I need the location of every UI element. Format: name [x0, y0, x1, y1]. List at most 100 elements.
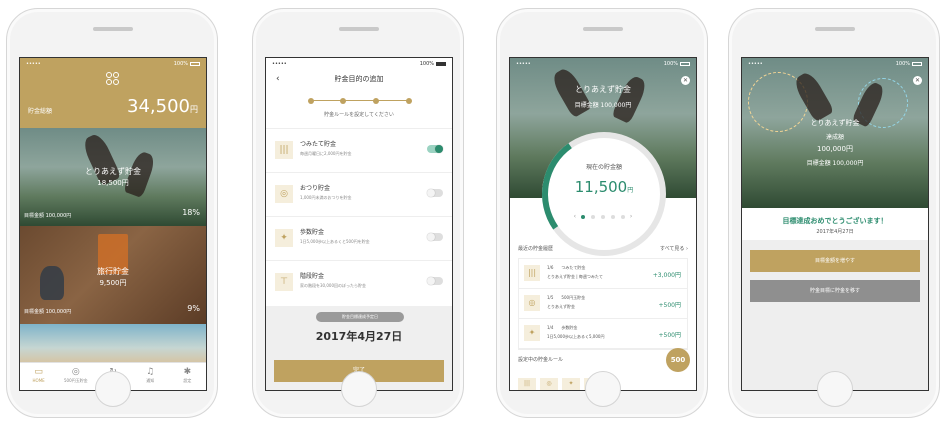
battery-icon	[680, 61, 690, 66]
phone-frame-detail: ••••• 100% ✕ とりあえず貯金 目標金額 100,000円 現在の貯金…	[496, 8, 708, 418]
battery-text: 100%	[419, 61, 434, 67]
step-dot	[373, 98, 379, 104]
increase-goal-button[interactable]: 目標金額を増やす	[750, 250, 920, 272]
walk-icon[interactable]: ✦	[562, 378, 580, 390]
photo-figure	[611, 73, 649, 125]
pager-dot[interactable]	[601, 214, 605, 219]
rule-list: ||| つみたて貯金 毎週月曜日に2,000円を貯金 ◎ おつり貯金 1,000…	[266, 128, 452, 304]
card-goal: 目標金額 100,000円	[24, 309, 72, 315]
bell-icon: ♫	[146, 367, 155, 377]
app-logo-icon	[106, 72, 120, 86]
pager-next[interactable]: ›	[630, 213, 632, 220]
history-amount: +500円	[658, 332, 681, 339]
coin-500-button[interactable]: 500	[666, 348, 690, 372]
status-signal: •••••	[26, 61, 41, 67]
phone-frame-home: ••••• 100% 貯金総額 34,500円 とりあえず貯金 18,500円 …	[6, 8, 218, 418]
rule-toggle[interactable]	[427, 233, 443, 241]
tab-notification[interactable]: ♫ 通知	[132, 363, 169, 390]
tab-settings[interactable]: ✱ 設定	[169, 363, 206, 390]
tab-label: 通知	[146, 378, 155, 383]
rule-toggle[interactable]	[427, 145, 443, 153]
speaker	[339, 27, 379, 31]
history-row[interactable]: ||| 1/6 つみたて貯金 とりあえず貯金 | 毎週つみたて +3,000円	[519, 259, 687, 289]
goal-card-toriaezu[interactable]: とりあえず貯金 18,500円 目標金額 100,000円 18%	[20, 128, 206, 226]
goal-card-partial[interactable]	[20, 324, 206, 364]
page-title: 貯金目的の追加	[334, 75, 384, 83]
back-icon[interactable]: ‹	[276, 70, 280, 88]
history-row[interactable]: ✦ 1/4 歩数貯金 1日5,000歩以上あるく5,000円 +500円	[519, 319, 687, 349]
status-bar: ••••• 100%	[20, 58, 206, 70]
card-amount: 18,500円	[97, 179, 129, 187]
total-header: ••••• 100% 貯金総額 34,500円	[20, 58, 206, 128]
pager-dot[interactable]	[581, 214, 585, 219]
rule-desc: 毎週月曜日に2,000円を貯金	[300, 151, 352, 156]
add-goal-screen: ••••• 100% ‹ 貯金目的の追加 貯金ルールを設定してください ||| …	[265, 57, 453, 391]
step-dot	[406, 98, 412, 104]
pager-dot[interactable]	[591, 214, 595, 219]
tab-home[interactable]: ▭ HOME	[20, 363, 57, 390]
status-bar: ••••• 100%	[266, 58, 452, 70]
tab-label: HOME	[32, 378, 45, 383]
pager-dot[interactable]	[611, 214, 615, 219]
status-signal: •••••	[748, 61, 763, 67]
card-percent: 18%	[182, 208, 200, 217]
bars-icon: |||	[275, 141, 293, 159]
rule-toggle[interactable]	[427, 277, 443, 285]
gear-icon: ✱	[183, 367, 192, 377]
rule-toggle[interactable]	[427, 189, 443, 197]
goal-card-travel[interactable]: 旅行貯金 9,500円 目標金額 100,000円 9%	[20, 226, 206, 324]
total-unit: 円	[190, 105, 198, 114]
card-amount: 9,500円	[99, 279, 127, 287]
pager: ‹ ›	[510, 213, 696, 220]
pager-prev[interactable]: ‹	[574, 213, 576, 220]
history-amount: +3,000円	[652, 272, 681, 279]
pager-dot[interactable]	[621, 214, 625, 219]
home-icon: ▭	[34, 367, 43, 377]
total-amount: 34,500	[127, 96, 190, 117]
rules-header: 設定中の貯金ルール	[518, 356, 688, 363]
bars-icon[interactable]: |||	[518, 378, 536, 390]
rule-item: ⊤ 階段貯金 家の階段を30,000回のぼったら貯金	[266, 260, 452, 304]
coin-icon: ◎	[71, 367, 80, 377]
total-label: 貯金総額	[28, 108, 53, 115]
status-bar: ••••• 100%	[510, 58, 696, 70]
tab-coin[interactable]: ◎ 500円玉貯金	[57, 363, 94, 390]
goal-title: とりあえず貯金	[575, 85, 631, 94]
speaker	[815, 27, 855, 31]
card-name: 旅行貯金	[97, 267, 129, 276]
rule-desc: 家の階段を30,000回のぼったら貯金	[300, 283, 366, 288]
speaker	[583, 27, 623, 31]
home-button	[341, 371, 377, 407]
battery-text: 100%	[173, 61, 188, 67]
walk-icon: ✦	[275, 229, 293, 247]
achieved-date: 2017年4月27日	[816, 229, 854, 235]
phone-frame-achieved: ••••• 100% とりあえず貯金 達成額 100,000円 目標金額 100…	[728, 8, 940, 418]
speaker	[93, 27, 133, 31]
rule-title: 階段貯金	[300, 273, 325, 280]
step-line	[311, 100, 409, 101]
status-bar: ••••• 100%	[742, 58, 928, 70]
rule-title: 歩数貯金	[300, 229, 325, 236]
status-battery: 100%	[174, 61, 200, 67]
goal-amount: 目標金額 100,000円	[574, 102, 632, 109]
battery-text: 100%	[895, 61, 910, 67]
goal-detail-screen: ••••• 100% ✕ とりあえず貯金 目標金額 100,000円 現在の貯金…	[509, 57, 697, 391]
coin-icon[interactable]: ◎	[540, 378, 558, 390]
card-percent: 9%	[187, 304, 200, 313]
rule-item: ◎ おつり貯金 1,000円未満のおつりを貯金	[266, 172, 452, 216]
history-title: 最近の貯金履歴	[518, 246, 554, 252]
close-icon[interactable]: ✕	[913, 76, 922, 85]
coin-icon: ◎	[524, 295, 540, 311]
coin-icon: ◎	[275, 185, 293, 203]
history-more-link[interactable]: すべて見る ›	[660, 245, 688, 252]
battery-icon	[190, 61, 200, 66]
step-dot	[340, 98, 346, 104]
move-savings-button[interactable]: 貯金目標に貯金を移す	[750, 280, 920, 302]
rule-desc: 1日5,000歩以上あるくと500円を貯金	[300, 239, 370, 244]
history-row[interactable]: ◎ 1/5 500円玉貯金 とりあえず貯金 +500円	[519, 289, 687, 319]
battery-icon	[912, 61, 922, 66]
status-battery: 100%	[896, 61, 922, 67]
rules-title: 設定中の貯金ルール	[518, 357, 564, 363]
home-button	[817, 371, 853, 407]
rule-title: おつり貯金	[300, 185, 331, 192]
